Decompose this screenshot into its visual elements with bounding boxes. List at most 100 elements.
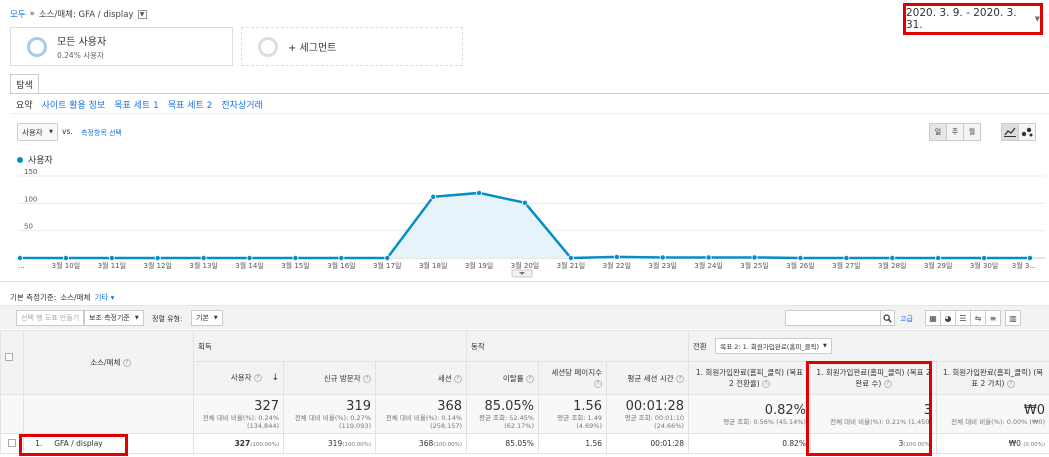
table-search-input[interactable] (786, 311, 875, 325)
period-month-button[interactable]: 월 (963, 123, 981, 141)
data-table-view-icon[interactable]: ▦ (925, 310, 941, 326)
subtab-divider (10, 113, 1049, 114)
x-tick-label: 3월 24일 (694, 261, 722, 270)
segment-subtitle: 0.24% 사용자 (57, 50, 104, 60)
help-icon[interactable]: ? (762, 380, 771, 388)
data-point (567, 255, 574, 262)
x-tick-label: 3월 20일 (511, 261, 539, 270)
help-icon[interactable]: ? (454, 374, 463, 383)
column-header-goal2-value[interactable]: 1. 회원가입완료(홈피_클릭) (목표 2 가치) ? (936, 361, 1049, 395)
motion-chart-icon[interactable] (1018, 123, 1036, 141)
help-icon[interactable]: ? (363, 374, 371, 383)
x-tick-label: 3월 28일 (878, 261, 906, 270)
summary-note: 전체 대비 비율(%): 0.00% (₩0) (951, 417, 1046, 426)
behavior-group-header: 동작 (466, 330, 690, 362)
performance-view-icon[interactable]: ☰ (955, 310, 971, 326)
subtab-ecommerce[interactable]: 전자상거래 (221, 98, 262, 111)
x-tick-label: 3월 12일 (143, 261, 171, 270)
column-header-new-users[interactable]: 신규 방문자 ? (283, 361, 376, 395)
comparison-view-icon[interactable]: ⇋ (970, 310, 986, 326)
help-icon[interactable]: ? (594, 380, 603, 388)
compare-metric-link[interactable]: 측정항목 선택 (81, 128, 122, 138)
source-medium-header[interactable]: 소스/매체 ? (23, 330, 194, 395)
help-icon[interactable]: ? (122, 359, 131, 367)
summary-bounce-rate: 85.05% 평균 조회: 52.45% (62.17%) (466, 394, 540, 434)
column-header-avg-session-duration[interactable]: 평균 세션 시간 ? (606, 361, 690, 395)
y-tick-label: 50 (24, 223, 33, 231)
data-point (384, 255, 391, 262)
summary-empty-cell (23, 394, 194, 434)
data-point (200, 255, 207, 262)
column-header-pages-per-session[interactable]: 세션당 페이지수 ? (538, 361, 608, 395)
row-value: ₩0 (1008, 439, 1021, 448)
breadcrumb-root-link[interactable]: 모두 (10, 8, 26, 20)
search-icon[interactable] (880, 311, 894, 325)
column-header-goal2-conversion-rate[interactable]: 1. 회원가입완료(홈피_클릭) (목표 2 전환율) ? (688, 361, 812, 395)
help-icon[interactable]: ? (253, 374, 262, 382)
chevron-down-icon: ▼ (134, 315, 139, 321)
help-icon[interactable]: ? (526, 374, 535, 383)
dimension-other-link[interactable]: 기타 ▾ (94, 292, 114, 303)
plot-rows-button[interactable]: 선택 행 도표 만들기 (16, 310, 85, 326)
add-segment-button[interactable]: + 세그먼트 (241, 27, 463, 66)
date-range-picker[interactable]: 2020. 3. 9. - 2020. 3. 31. ▼ (903, 3, 1043, 35)
row-checkbox[interactable] (8, 438, 16, 447)
pivot-view-icon[interactable]: ▥ (1005, 310, 1021, 326)
segment-title: 모든 사용자 (57, 36, 107, 48)
x-tick-label: 3월 21일 (557, 261, 585, 270)
data-point (659, 254, 666, 261)
metric-select[interactable]: 사용자 ▼ (17, 123, 58, 141)
date-range-label: 2020. 3. 9. - 2020. 3. 31. (906, 7, 1017, 31)
summary-value: 0.82% (764, 402, 807, 418)
subtab-goal-set-2[interactable]: 목표 세트 2 (168, 98, 213, 111)
help-icon[interactable]: ? (676, 374, 685, 383)
row-percent: (100.00%) (342, 442, 371, 448)
x-tick-label: 3월 25일 (740, 261, 768, 270)
acquisition-group-header: 획득 (192, 330, 468, 362)
segment-circle-icon (258, 36, 278, 57)
row-value: 327 (234, 439, 251, 448)
column-header-sessions[interactable]: 세션 ? (374, 361, 468, 395)
row-sessions: 368(100.00%) (374, 433, 468, 454)
summary-value: ₩0 (1023, 402, 1046, 418)
data-point (292, 255, 299, 262)
summary-users: 327 전체 대비 비율(%): 0.24% (134,844) (193, 394, 284, 434)
column-header-label: 세션당 페이지수 (551, 368, 603, 377)
x-tick-label: 3월 26일 (786, 261, 814, 270)
column-header-users[interactable]: 사용자 ? ↓ (193, 361, 284, 395)
summary-note: 평균 조회: 52.45% (62.17%) (478, 413, 535, 430)
column-header-label: 세션 (437, 373, 452, 383)
line-chart-icon[interactable] (1001, 123, 1019, 141)
x-tick-label: 3월 23일 (648, 261, 676, 270)
term-cloud-view-icon[interactable]: ≡ (985, 310, 1001, 326)
subtab-goal-set-1[interactable]: 목표 세트 1 (114, 98, 159, 111)
x-tick-label: ... (18, 262, 25, 270)
y-tick-label: 100 (24, 195, 37, 203)
pie-chart-view-icon[interactable]: ◕ (940, 310, 956, 326)
help-icon[interactable]: ? (1006, 380, 1015, 388)
chevron-down-icon[interactable]: ▼ (137, 9, 147, 19)
summary-goal2-conversion-rate: 0.82% 평균 조회: 0.56% (45.14%) (688, 394, 812, 434)
column-header-label: 1. 회원가입완료(홈피_클릭) (목표 2 전환율) (695, 368, 804, 388)
x-tick-label: 3월 13일 (189, 261, 217, 270)
subtab-summary[interactable]: 요약 (16, 98, 33, 111)
data-point (797, 255, 804, 262)
sort-type-select[interactable]: 기본 ▼ (191, 310, 223, 326)
period-week-button[interactable]: 주 (946, 123, 964, 141)
conversion-goal-select[interactable]: 목표 2: 1. 회원가입완료(홈피_클릭) ▼ (715, 338, 832, 354)
tab-explorer[interactable]: 탐색 (10, 74, 39, 93)
segment-all-users[interactable]: 모든 사용자 0.24% 사용자 (10, 27, 233, 66)
summary-value: 00:01:28 (625, 398, 685, 414)
period-day-button[interactable]: 일 (929, 123, 947, 141)
data-point (935, 255, 942, 262)
dimension-source-medium[interactable]: 소스/매체 (60, 292, 90, 303)
data-point (338, 255, 345, 262)
secondary-dimension-select[interactable]: 보조 측정기준 ▼ (84, 310, 144, 326)
select-all-checkbox[interactable] (5, 353, 13, 361)
data-point (981, 255, 988, 262)
advanced-filter-link[interactable]: 고급 (900, 314, 913, 324)
vs-label: vs. (62, 127, 73, 136)
subtab-site-usage[interactable]: 사이트 활용 정보 (42, 98, 106, 111)
column-header-bounce-rate[interactable]: 이탈률 ? (466, 361, 540, 395)
data-point (1027, 255, 1034, 262)
